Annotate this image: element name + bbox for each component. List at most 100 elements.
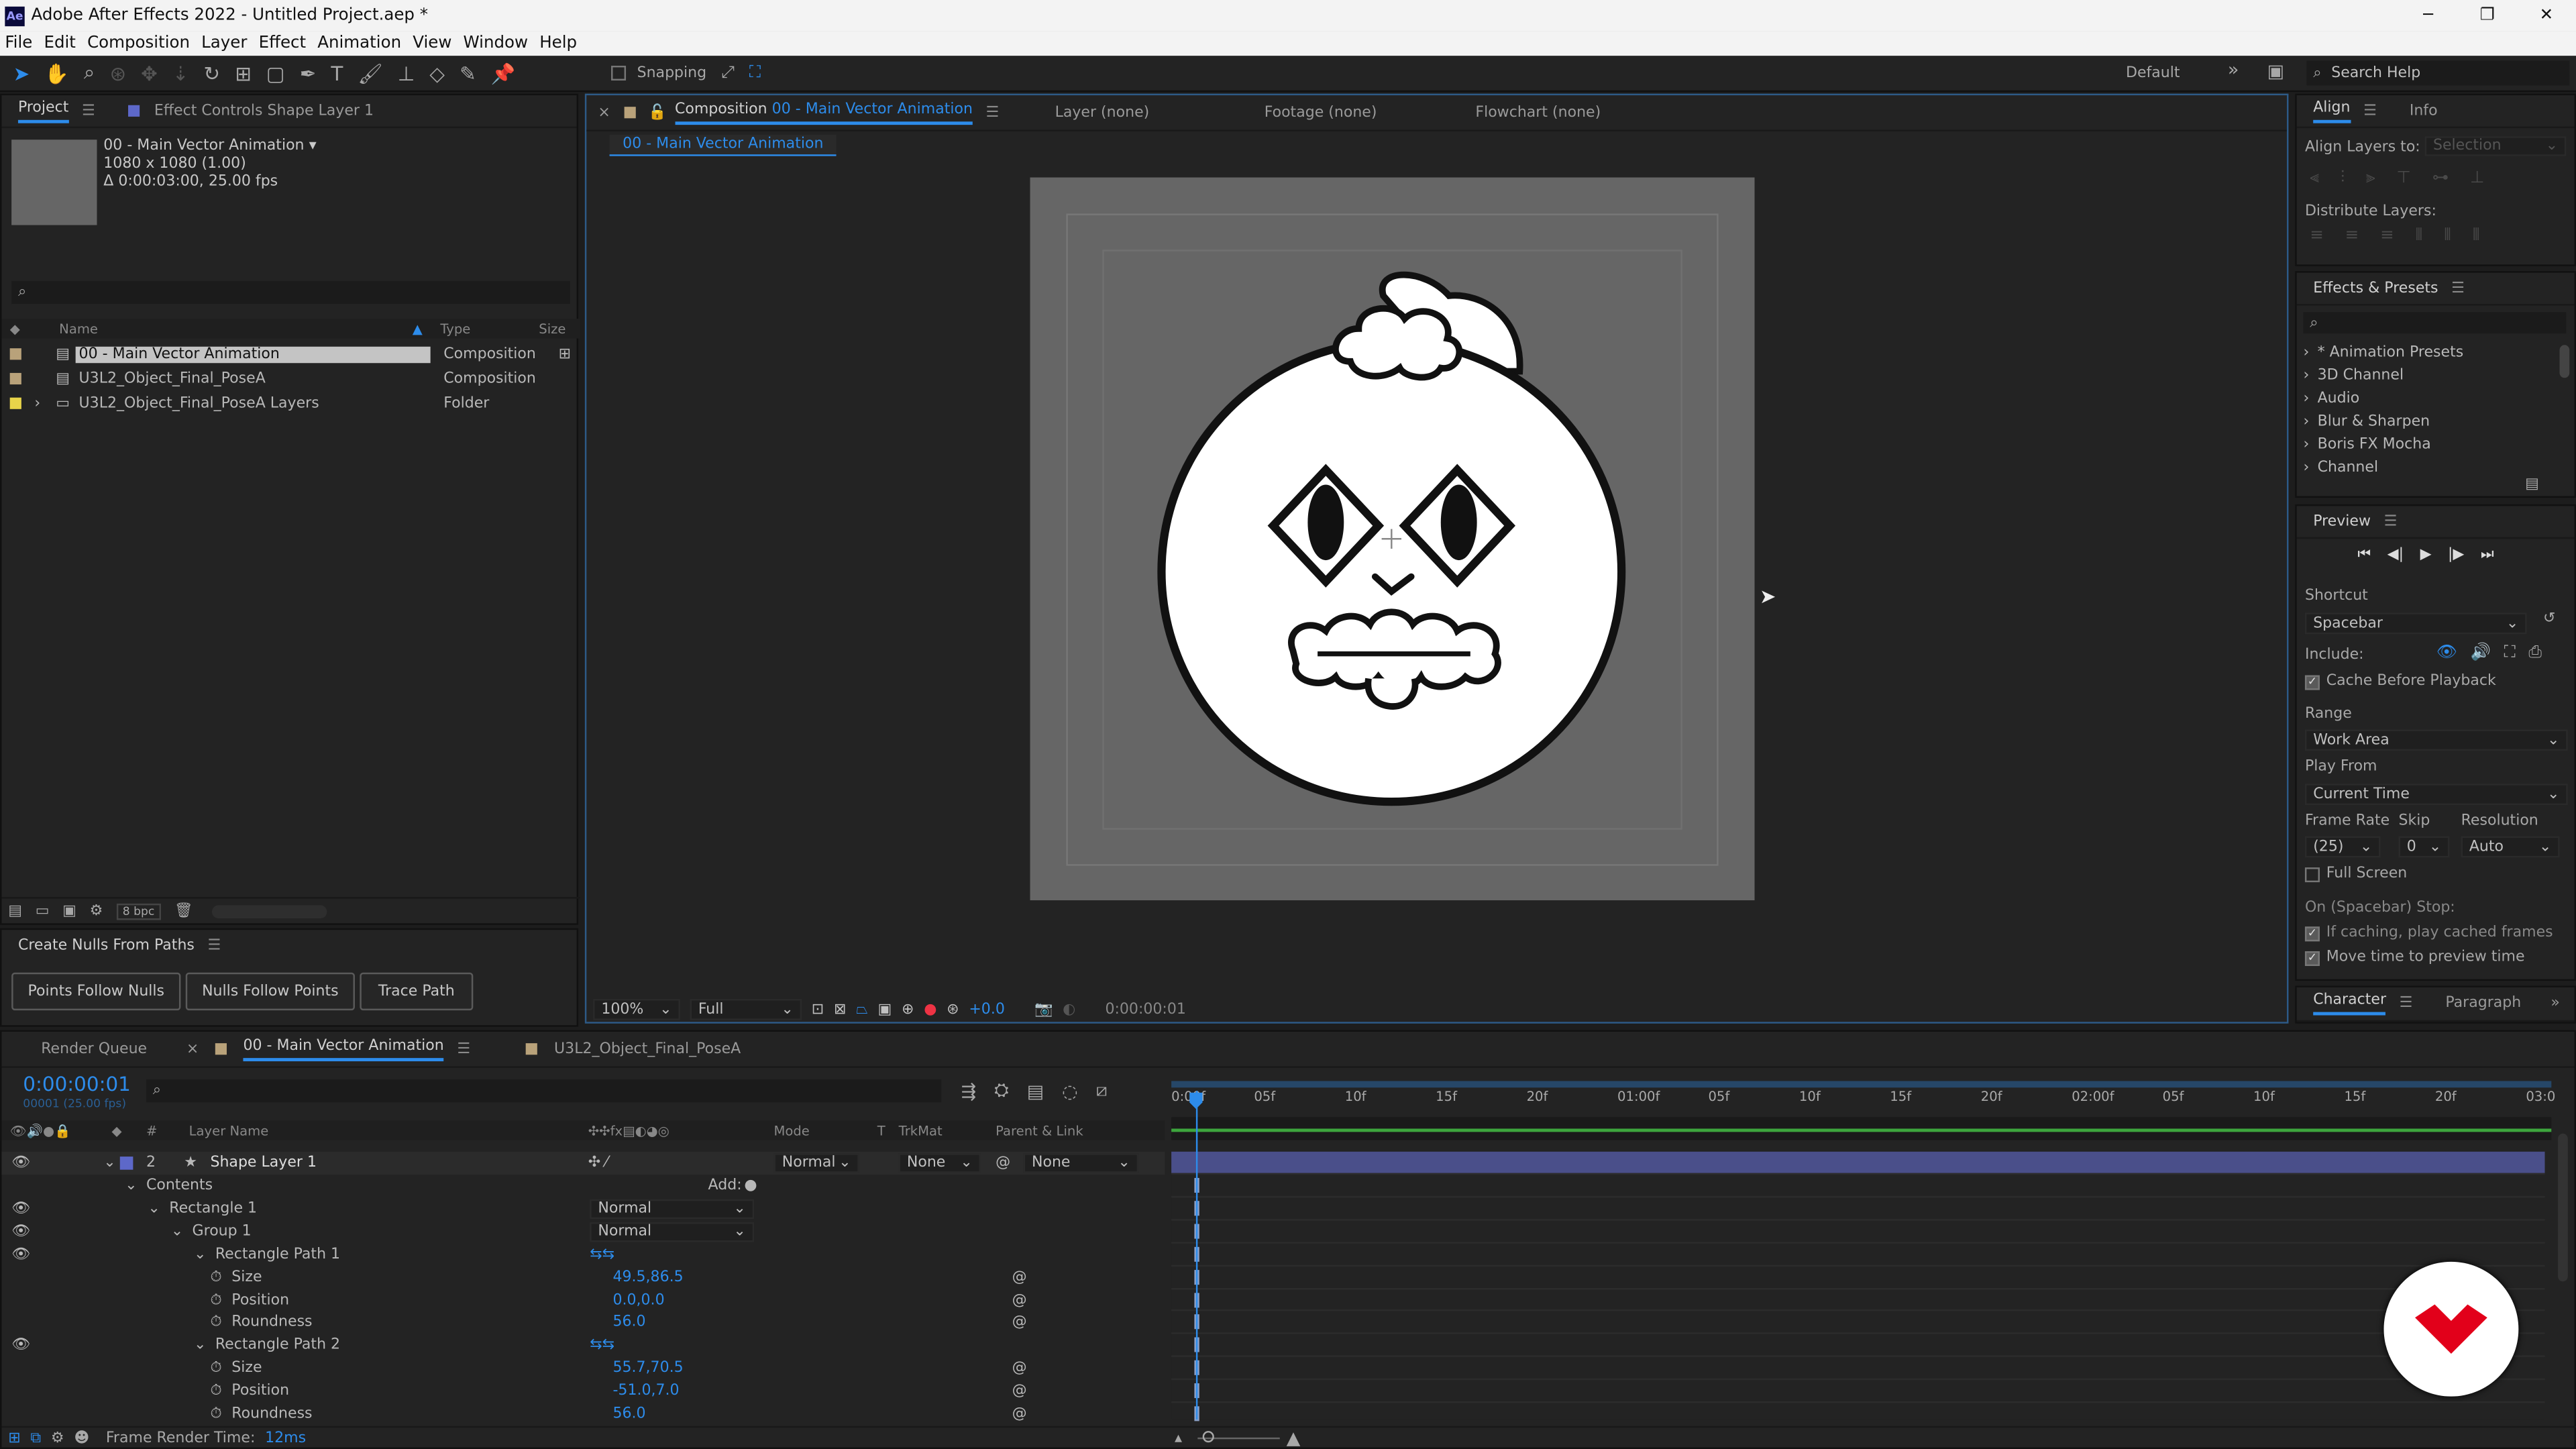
panel-menu-icon[interactable]: ☰ — [82, 103, 95, 119]
maximize-icon[interactable]: ❐ — [2458, 7, 2517, 25]
tab-align[interactable]: Align ☰ — [2297, 99, 2394, 123]
expand-arrow-icon[interactable]: ⌄ — [171, 1224, 183, 1240]
workspace-panel-icon[interactable]: ▣ — [2267, 61, 2284, 83]
property-row[interactable]: ⏱ Size 49.5,86.5 @ — [1, 1266, 1165, 1289]
project-scrollbar[interactable] — [213, 904, 328, 918]
pickwhip-icon[interactable]: @ — [1012, 1360, 1027, 1377]
snapping-checkbox[interactable] — [610, 65, 626, 81]
flowchart-icon[interactable]: ⊞ — [559, 346, 571, 362]
tab-effect-controls[interactable]: Effect Controls Shape Layer 1 — [111, 103, 390, 119]
stopwatch-icon[interactable]: ⏱ — [210, 1292, 221, 1308]
new-preset-icon[interactable]: ▤ — [2525, 476, 2539, 492]
time-ruler[interactable]: 0:00f 05f 10f 15f 20f 01:00f 05f 10f 15f 20f 02:00… — [1171, 1076, 2555, 1109]
menu-view[interactable]: View — [413, 34, 451, 52]
effects-search-input[interactable]: ⌕ — [2303, 312, 2567, 334]
range-dropdown[interactable]: Work Area ⌄ — [2304, 729, 2568, 751]
stopwatch-icon[interactable]: ⏱ — [210, 1383, 221, 1399]
export-icon[interactable]: ⎙ — [2528, 644, 2542, 662]
layer-duration-bar[interactable] — [1171, 1151, 2545, 1173]
panel-menu-icon[interactable]: ☰ — [2363, 103, 2377, 119]
expand-arrow-icon[interactable]: ⌄ — [194, 1246, 206, 1263]
stopwatch-icon[interactable]: ⏱ — [210, 1269, 221, 1285]
close-tab-icon[interactable]: × — [186, 1040, 199, 1057]
reset-exposure-icon[interactable]: ⊛ — [947, 1002, 959, 1018]
brush-tool-icon[interactable]: 🖌 — [358, 62, 382, 85]
graph-editor-icon[interactable]: ⧄ — [1096, 1079, 1108, 1102]
if-caching-checkbox[interactable]: ✓ — [2304, 926, 2320, 941]
stopwatch-icon[interactable]: ⏱ — [210, 1360, 221, 1377]
move-time-checkbox[interactable]: ✓ — [2304, 950, 2320, 965]
points-follow-nulls-button[interactable]: Points Follow Nulls — [11, 972, 181, 1011]
panel-menu-icon[interactable]: ☰ — [2384, 513, 2398, 529]
bpc-label[interactable]: 8 bpc — [115, 902, 162, 920]
project-settings-icon[interactable]: ⚙ — [90, 903, 103, 919]
trace-path-button[interactable]: Trace Path — [360, 972, 474, 1011]
panel-menu-icon[interactable]: ☰ — [2400, 996, 2413, 1012]
workspace-more-icon[interactable]: » — [2228, 59, 2239, 80]
panel-menu-icon[interactable]: ☰ — [457, 1040, 470, 1057]
tab-create-nulls[interactable]: Create Nulls From Paths ☰ — [1, 938, 237, 954]
hand-tool-icon[interactable]: ✋ — [44, 62, 69, 85]
distribute-top-icon[interactable]: ≡ — [2310, 227, 2324, 245]
timeline-timecode[interactable]: 0:00:00:01 — [23, 1073, 131, 1095]
tab-preview[interactable]: Preview ☰ — [2297, 513, 2414, 529]
close-tab-icon[interactable]: × — [598, 105, 610, 121]
stopwatch-icon[interactable]: ⏱ — [210, 1315, 221, 1331]
panel-menu-icon[interactable]: ☰ — [986, 105, 1000, 121]
draft-3d-icon[interactable]: ⇶ — [961, 1080, 977, 1102]
menu-animation[interactable]: Animation — [317, 34, 401, 52]
tab-character[interactable]: Character ☰ — [2297, 992, 2429, 1016]
region-of-interest-icon[interactable]: ▣ — [877, 1002, 892, 1018]
timeline-scrollbar[interactable] — [2558, 1133, 2568, 1282]
toggle-switches-icon[interactable]: ⧉ — [30, 1430, 41, 1446]
menu-layer[interactable]: Layer — [201, 34, 247, 52]
blend-mode-dropdown[interactable]: Normal ⌄ — [590, 1199, 755, 1219]
playhead[interactable] — [1195, 1091, 1198, 1419]
align-right-icon[interactable]: ⫸ — [2366, 169, 2375, 187]
toggle-in-out-icon[interactable]: ☻ — [74, 1430, 89, 1446]
effects-category[interactable]: › Blur & Sharpen — [2303, 411, 2463, 433]
add-icon[interactable]: ● — [744, 1178, 757, 1194]
av-switches-icon[interactable]: 👁🔊●🔒 — [10, 1123, 71, 1138]
eye-icon[interactable]: 👁 — [11, 1338, 30, 1354]
col-trkmat[interactable]: TrkMat — [899, 1123, 943, 1138]
distribute-bottom-icon[interactable]: ≡ — [2380, 227, 2394, 245]
col-mode[interactable]: Mode — [773, 1123, 809, 1138]
cache-before-playback-checkbox[interactable]: ✓ — [2304, 674, 2320, 690]
zoom-dropdown[interactable]: 100% ⌄ — [593, 998, 680, 1020]
align-bottom-icon[interactable]: ⊥ — [2470, 169, 2484, 187]
fast-previews-icon[interactable]: ⊡ — [812, 1002, 824, 1018]
comp-timecode[interactable]: 0:00:00:01 — [1105, 1002, 1185, 1018]
distribute-left-icon[interactable]: ⦀ — [2415, 227, 2422, 245]
col-parent[interactable]: Parent & Link — [996, 1123, 1083, 1138]
frame-rate-dropdown[interactable]: (25) ⌄ — [2304, 836, 2381, 858]
comp-canvas[interactable] — [1030, 177, 1755, 901]
expand-arrow-icon[interactable]: ⌄ — [125, 1178, 137, 1194]
project-item[interactable]: ▤ U3L2_Object_Final_PoseA Composition — [1, 366, 580, 391]
effects-category[interactable]: › Channel — [2303, 457, 2463, 480]
guides-icon[interactable]: ⊕ — [902, 1002, 914, 1018]
shortcut-dropdown[interactable]: Spacebar ⌄ — [2304, 612, 2527, 635]
property-row[interactable]: ⏱ Roundness 56.0 @ — [1, 1403, 1165, 1426]
align-vcenter-icon[interactable]: ⊶ — [2432, 169, 2449, 187]
pickwhip-icon[interactable]: @ — [1012, 1383, 1027, 1399]
tab-render-queue[interactable]: Render Queue — [1, 1040, 163, 1057]
eraser-tool-icon[interactable]: ◇ — [429, 62, 445, 85]
puppet-tool-icon[interactable]: 📌 — [491, 62, 516, 85]
prev-frame-icon[interactable]: ◀︎| — [2387, 547, 2404, 564]
snap-grid-icon[interactable]: ⛶ — [749, 64, 761, 83]
channels-icon[interactable]: ● — [924, 1002, 936, 1018]
resolution-dropdown[interactable]: Full ⌄ — [690, 998, 802, 1020]
dolly-tool-icon[interactable]: ⇣ — [172, 62, 189, 85]
expand-arrow-icon[interactable]: ⌄ — [194, 1338, 206, 1354]
new-folder-icon[interactable]: ▭ — [36, 903, 50, 919]
property-value[interactable]: 49.5,86.5 — [612, 1269, 683, 1285]
tab-info[interactable]: Info — [2393, 103, 2454, 119]
anchor-tool-icon[interactable]: ⊞ — [235, 62, 252, 85]
full-screen-checkbox[interactable] — [2304, 866, 2320, 881]
play-from-dropdown[interactable]: Current Time ⌄ — [2304, 784, 2568, 806]
nulls-follow-points-button[interactable]: Nulls Follow Points — [185, 972, 355, 1011]
effects-scrollbar[interactable] — [2559, 345, 2570, 378]
include-overlays-icon[interactable]: ⛶ — [2504, 644, 2516, 662]
workspace-default[interactable]: Default — [2126, 66, 2180, 82]
